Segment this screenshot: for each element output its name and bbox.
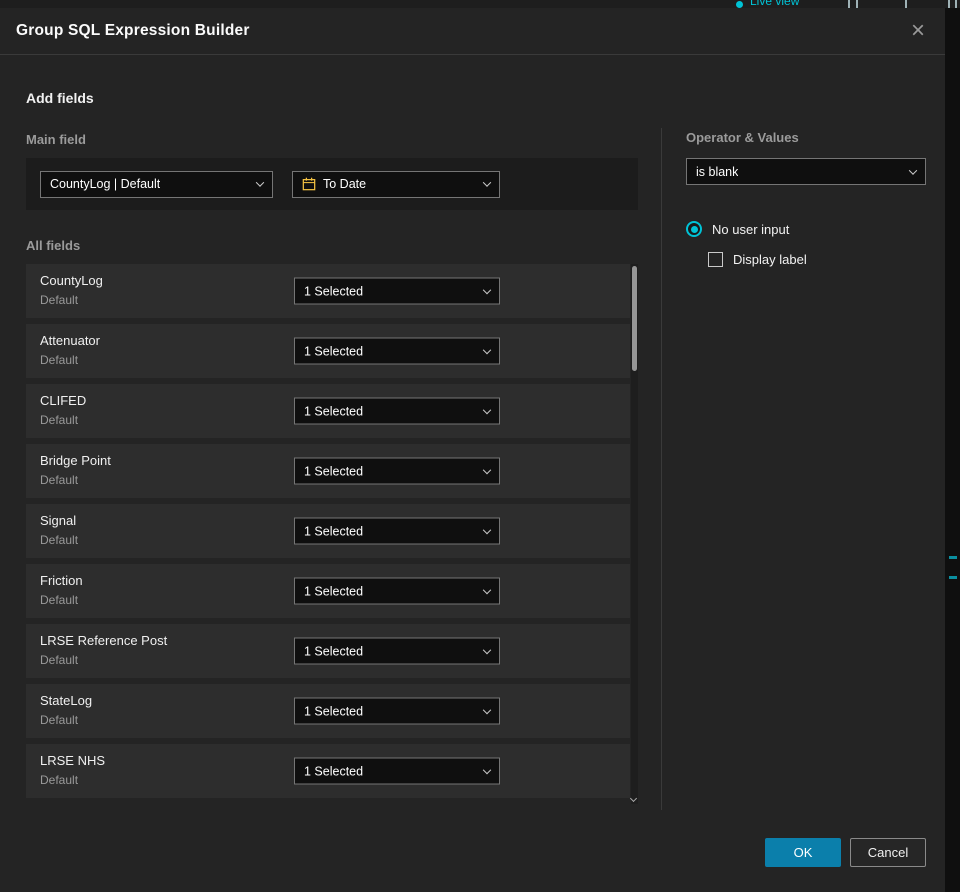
underlay-top-bar: Live view <box>0 0 960 8</box>
date-field-select-value: To Date <box>323 177 367 191</box>
dialog-header: Group SQL Expression Builder × <box>0 8 945 55</box>
selected-value: 1 Selected <box>304 404 364 418</box>
add-fields-heading: Add fields <box>26 90 94 106</box>
selected-value: 1 Selected <box>304 284 364 298</box>
field-selected-dropdown[interactable]: 1 Selected <box>294 697 500 725</box>
close-icon[interactable]: × <box>907 19 929 43</box>
chevron-down-icon <box>482 345 492 354</box>
scrollbar-down-arrow-icon[interactable] <box>629 794 638 803</box>
selected-value: 1 Selected <box>304 764 364 778</box>
operator-values-label: Operator & Values <box>686 130 799 145</box>
selected-value: 1 Selected <box>304 344 364 358</box>
field-row-lrse-nhs: LRSE NHS Default 1 Selected <box>26 744 630 798</box>
no-user-input-radio[interactable]: No user input <box>686 221 789 237</box>
field-row-bridge-point: Bridge Point Default 1 Selected <box>26 444 630 498</box>
field-selected-dropdown[interactable]: 1 Selected <box>294 637 500 665</box>
group-sql-expression-builder-dialog: Group SQL Expression Builder × Add field… <box>0 8 945 892</box>
field-selected-dropdown[interactable]: 1 Selected <box>294 517 500 545</box>
toolbar-icon-fragment <box>856 0 858 8</box>
selected-value: 1 Selected <box>304 644 364 658</box>
field-row-friction: Friction Default 1 Selected <box>26 564 630 618</box>
date-field-select[interactable]: To Date <box>292 170 500 198</box>
chevron-down-icon <box>482 285 492 294</box>
checkbox-label: Display label <box>733 252 807 267</box>
chevron-down-icon <box>482 645 492 654</box>
selected-value: 1 Selected <box>304 524 364 538</box>
chevron-down-icon <box>908 165 918 175</box>
side-icon-fragment <box>949 556 957 559</box>
field-selected-dropdown[interactable]: 1 Selected <box>294 397 500 425</box>
display-label-checkbox[interactable]: Display label <box>708 252 807 267</box>
chevron-down-icon <box>482 178 492 187</box>
operator-select[interactable]: is blank <box>686 158 926 185</box>
main-field-panel: CountyLog | Default To Date <box>26 158 638 210</box>
column-divider <box>661 128 662 810</box>
field-selected-dropdown[interactable]: 1 Selected <box>294 757 500 785</box>
checkbox-unchecked-icon <box>708 252 723 267</box>
toolbar-icon-fragment <box>848 0 850 8</box>
selected-value: 1 Selected <box>304 464 364 478</box>
field-selected-dropdown[interactable]: 1 Selected <box>294 277 500 305</box>
chevron-down-icon <box>255 178 265 187</box>
live-view-dot-icon <box>736 1 743 8</box>
all-fields-list: CountyLog Default 1 Selected Attenuator … <box>26 264 638 804</box>
field-row-signal: Signal Default 1 Selected <box>26 504 630 558</box>
dialog-title: Group SQL Expression Builder <box>16 22 250 39</box>
radio-selected-icon <box>686 221 702 237</box>
all-fields-label: All fields <box>26 238 81 253</box>
scrollbar-thumb[interactable] <box>632 266 637 371</box>
fields-list-scrollbar[interactable] <box>629 264 638 804</box>
operator-select-value: is blank <box>696 164 739 179</box>
main-field-select-value: CountyLog | Default <box>50 177 161 191</box>
toolbar-icon-fragment <box>948 0 950 8</box>
live-view-label: Live view <box>750 0 800 8</box>
cancel-button[interactable]: Cancel <box>850 838 926 867</box>
selected-value: 1 Selected <box>304 704 364 718</box>
toolbar-icon-fragment <box>955 0 957 8</box>
chevron-down-icon <box>482 525 492 534</box>
radio-label: No user input <box>712 221 790 237</box>
field-row-statelog: StateLog Default 1 Selected <box>26 684 630 738</box>
chevron-down-icon <box>482 765 492 774</box>
side-icon-fragment <box>949 576 957 579</box>
field-row-countylog: CountyLog Default 1 Selected <box>26 264 630 318</box>
chevron-down-icon <box>482 705 492 714</box>
field-selected-dropdown[interactable]: 1 Selected <box>294 577 500 605</box>
main-field-select[interactable]: CountyLog | Default <box>40 170 273 198</box>
toolbar-icon-fragment <box>905 0 907 8</box>
field-selected-dropdown[interactable]: 1 Selected <box>294 457 500 485</box>
ok-button[interactable]: OK <box>765 838 841 867</box>
field-row-clifed: CLIFED Default 1 Selected <box>26 384 630 438</box>
field-row-attenuator: Attenuator Default 1 Selected <box>26 324 630 378</box>
chevron-down-icon <box>482 405 492 414</box>
selected-value: 1 Selected <box>304 584 364 598</box>
calendar-icon <box>302 177 316 191</box>
field-row-lrse-reference-post: LRSE Reference Post Default 1 Selected <box>26 624 630 678</box>
chevron-down-icon <box>482 465 492 474</box>
field-selected-dropdown[interactable]: 1 Selected <box>294 337 500 365</box>
underlay-right-panel <box>945 8 960 892</box>
main-field-label: Main field <box>26 132 86 147</box>
chevron-down-icon <box>482 585 492 594</box>
